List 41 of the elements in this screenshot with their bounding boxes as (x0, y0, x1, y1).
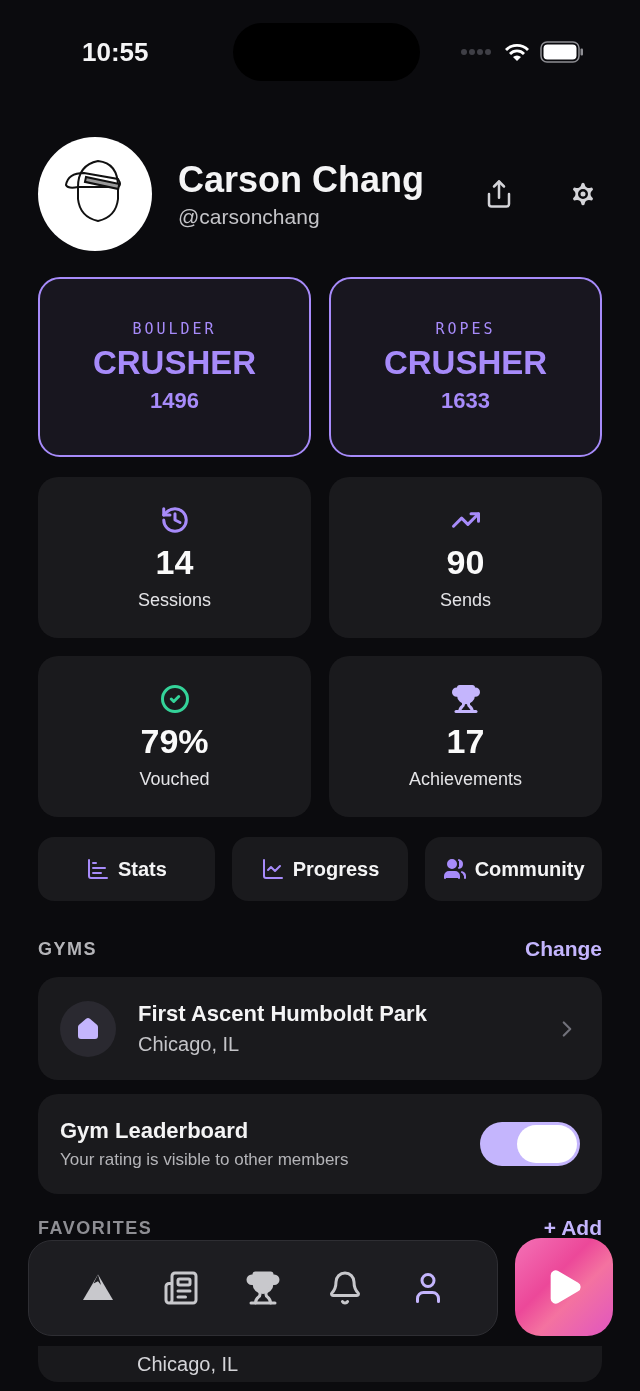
users-icon (442, 857, 467, 881)
signal-dots-icon (460, 48, 494, 56)
leaderboard-toggle[interactable] (480, 1122, 580, 1166)
profile-handle: @carsonchang (178, 205, 321, 229)
leaderboard-title: Gym Leaderboard (60, 1118, 250, 1144)
rating-score: 1496 (150, 388, 199, 414)
stat-value: 14 (155, 542, 194, 582)
favorite-gym-card[interactable]: Chicago, IL (38, 1346, 602, 1382)
discipline-label: BOULDER (132, 320, 217, 338)
quick-link-button[interactable]: Stats (38, 837, 215, 901)
gym-location: Chicago, IL (138, 1033, 241, 1056)
stat-value: 17 (446, 721, 485, 761)
profile-name: Carson Chang (178, 159, 426, 201)
rating-score: 1633 (441, 388, 490, 414)
section-title: FAVORITES (38, 1217, 153, 1239)
gym-card[interactable]: First Ascent Humboldt Park Chicago, IL (38, 977, 602, 1080)
section-title: GYMS (38, 938, 97, 960)
gym-location: Chicago, IL (137, 1352, 239, 1376)
leaderboard-description: Your rating is visible to other members (60, 1150, 350, 1170)
quick-link-button[interactable]: Progress (231, 837, 409, 901)
trophy-icon (244, 1270, 281, 1306)
quick-link-button[interactable]: Community (425, 837, 602, 901)
stat-label: Achievements (408, 768, 523, 790)
add-link[interactable]: + Add (543, 1216, 602, 1240)
rank-title: CRUSHER (92, 344, 257, 382)
gym-name: First Ascent Humboldt Park (138, 1001, 428, 1027)
wifi-icon (504, 42, 530, 62)
battery-icon (540, 41, 584, 63)
change-link[interactable]: Change (525, 937, 602, 961)
status-time: 10:55 (82, 36, 150, 68)
line-chart-icon (260, 857, 285, 881)
stat-value: 90 (446, 542, 485, 582)
rank-title: CRUSHER (383, 344, 548, 382)
discipline-label: ROPES (435, 320, 496, 338)
stat-label: Sessions (137, 589, 211, 611)
stat-label: Vouched (139, 768, 210, 790)
stat-label: Sends (439, 589, 491, 611)
bar-chart-icon (85, 857, 110, 881)
play-button[interactable] (515, 1238, 613, 1336)
stat-value: 79% (140, 721, 209, 761)
newspaper-icon (162, 1270, 199, 1306)
